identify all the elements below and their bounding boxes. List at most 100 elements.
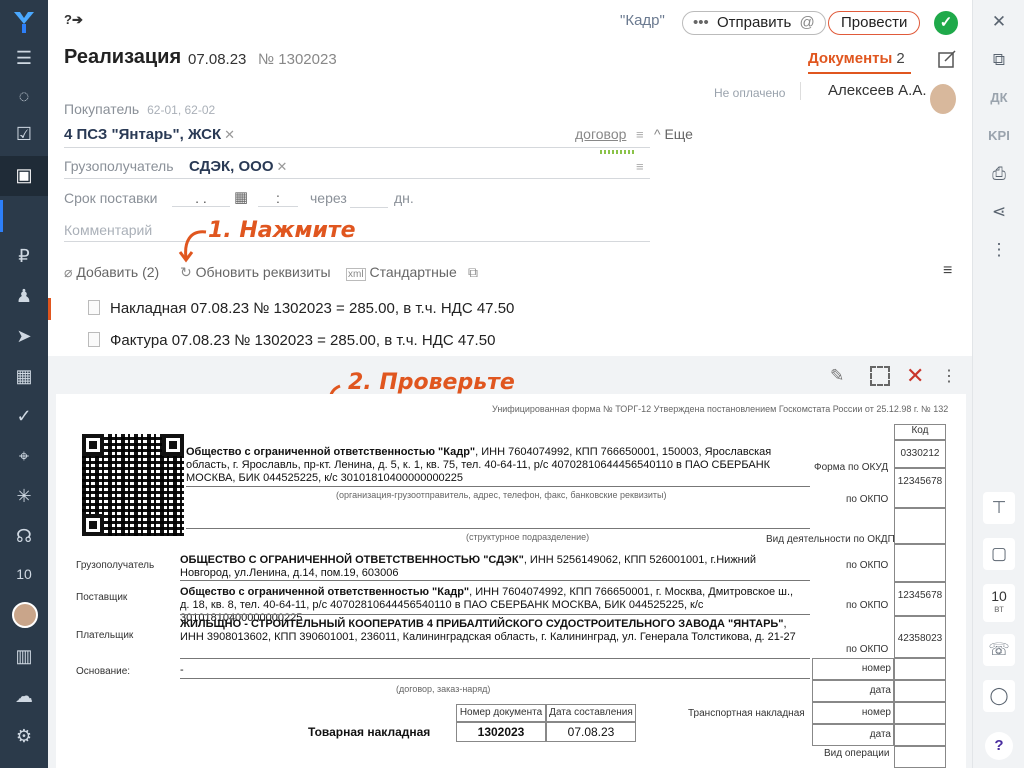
more-vertical-icon[interactable]: ⋮: [941, 366, 957, 386]
briefcase-icon[interactable]: ▣: [12, 163, 36, 187]
print-icon[interactable]: ⎙: [987, 162, 1011, 186]
support-icon[interactable]: ☊: [12, 524, 36, 548]
clear-icon[interactable]: ✕: [277, 159, 288, 174]
calendar-icon[interactable]: ▦: [234, 188, 248, 206]
doc-date[interactable]: 07.08.23: [188, 51, 246, 68]
spark-icon[interactable]: ✳: [12, 484, 36, 508]
calendar-day[interactable]: 10: [0, 566, 48, 582]
calendar-day: 10: [991, 588, 1007, 604]
sales-icon[interactable]: ₽: [12, 244, 36, 268]
standard-button[interactable]: xml Стандартные: [346, 264, 457, 281]
activity-label: Вид деятельности по ОКДП: [766, 534, 895, 545]
ok-icon[interactable]: ✓: [934, 11, 958, 35]
number-label: номер: [812, 658, 894, 680]
basis-underline: [180, 678, 810, 679]
tasks-icon[interactable]: ☑: [12, 122, 36, 146]
delivery-label: Срок поставки: [64, 190, 158, 206]
xml-doc-icon: [88, 300, 100, 315]
paperclip-icon: ⌀: [64, 264, 73, 280]
okpo-label: по ОКПО: [846, 560, 889, 571]
torg12-preview: Унифицированная форма № ТОРГ-12 Утвержде…: [56, 394, 966, 768]
buyer-underline: [64, 147, 650, 148]
help-button[interactable]: ?: [985, 732, 1013, 760]
consignee-field[interactable]: СДЭК, ООО ✕: [189, 158, 287, 175]
list-icon[interactable]: ≡: [636, 159, 644, 174]
buyer-field[interactable]: 4 ПСЗ "Янтарь", ЖСК ✕: [64, 126, 235, 143]
user-avatar[interactable]: [12, 602, 38, 628]
operation-label: Вид операции: [824, 748, 890, 759]
send-button[interactable]: ••• Отправить @: [682, 11, 826, 35]
comment-field[interactable]: Комментарий: [64, 222, 152, 238]
link-icon[interactable]: ⧉: [468, 264, 478, 281]
shortcut-icon[interactable]: ?➔: [64, 12, 83, 28]
date-label: дата: [812, 680, 894, 702]
delivery-time-input[interactable]: :: [258, 190, 298, 207]
number-label: номер: [812, 702, 894, 724]
okpo-label: по ОКПО: [846, 494, 889, 505]
list-icon[interactable]: ≡: [636, 127, 644, 142]
days-input[interactable]: [350, 207, 388, 208]
code-cell: [894, 724, 946, 746]
right-sidebar: ✕ ⧉ ДК KPI ⎙ ⋖ ⋮ ⊤ ▢ 10 вт ☏ ◯ ?: [972, 0, 1024, 768]
doc-number[interactable]: № 1302023: [258, 51, 337, 68]
more-dots-icon: •••: [693, 14, 709, 31]
code-cell: [894, 680, 946, 702]
code-cell: [894, 746, 946, 768]
send-icon[interactable]: ➤: [12, 324, 36, 348]
delete-icon[interactable]: ✕: [906, 363, 924, 389]
responsible-user[interactable]: Алексеев А.А.: [828, 82, 927, 99]
tab-documents[interactable]: Документы 2: [808, 50, 905, 67]
consignee-label: Грузополучатель: [76, 560, 155, 571]
phone-icon: ☏: [988, 640, 1010, 659]
update-details-button[interactable]: ↻ Обновить реквизиты: [180, 264, 331, 281]
doc-date-header: Дата составления: [546, 704, 636, 722]
page-title: Реализация: [64, 46, 182, 68]
copy-icon[interactable]: ⧉: [987, 48, 1011, 72]
payer-underline: [180, 658, 810, 659]
fullscreen-icon[interactable]: [870, 366, 890, 386]
pencil-icon[interactable]: ✎: [830, 366, 844, 386]
calc-icon[interactable]: ▦: [12, 364, 36, 388]
sender-details: Общество с ограниченной ответственностью…: [186, 446, 772, 484]
docs-check-icon[interactable]: ✓: [12, 404, 36, 428]
more-vertical-icon[interactable]: ⋮: [987, 238, 1011, 262]
supplier-label: Поставщик: [76, 592, 128, 603]
user-photo[interactable]: [928, 82, 958, 116]
comment-underline: [64, 241, 650, 242]
menu-icon[interactable]: ☰: [12, 46, 36, 70]
dk-button[interactable]: ДК: [973, 90, 1024, 105]
more-button[interactable]: ^ Еще: [654, 126, 693, 142]
org-name[interactable]: "Кадр": [620, 12, 665, 29]
chef-icon[interactable]: ☁: [12, 684, 36, 708]
contract-link[interactable]: договор: [575, 126, 626, 142]
close-icon[interactable]: ✕: [987, 10, 1011, 34]
post-button[interactable]: Провести: [828, 11, 921, 35]
contacts-icon[interactable]: ♟: [12, 284, 36, 308]
clear-icon[interactable]: ✕: [224, 127, 235, 142]
hamburger-icon[interactable]: ≡: [943, 262, 952, 280]
add-attachment-button[interactable]: ⌀ Добавить (2): [64, 264, 159, 281]
building-icon[interactable]: ▥: [12, 644, 36, 668]
hierarchy-icon: ⊤: [991, 498, 1007, 517]
code-cell: [894, 658, 946, 680]
map-icon[interactable]: ⌖: [12, 444, 36, 468]
tab-underline: [808, 72, 911, 74]
transport-label: Транспортная накладная: [688, 708, 805, 719]
chat-icon[interactable]: ◌: [12, 84, 36, 108]
delivery-date-input[interactable]: . .: [172, 190, 230, 207]
share-icon[interactable]: ⋖: [987, 200, 1011, 224]
app-logo-icon[interactable]: [10, 8, 38, 36]
calendar-weekday: вт: [994, 604, 1004, 615]
annotation-click: 1. Нажмите: [208, 218, 356, 243]
subdiv-underline: [186, 528, 810, 529]
kpi-button[interactable]: KPI: [973, 128, 1024, 143]
code-cell: [894, 508, 946, 544]
active-indicator: [0, 200, 3, 232]
settings-icon[interactable]: ⚙: [12, 724, 36, 748]
doc-row-facture[interactable]: Фактура 07.08.23 № 1302023 = 285.00, в т…: [88, 332, 495, 349]
edit-doc-icon[interactable]: [936, 48, 958, 70]
okpo-label: по ОКПО: [846, 644, 889, 655]
basis-value: -: [180, 664, 184, 676]
doc-row-invoice[interactable]: Накладная 07.08.23 № 1302023 = 285.00, в…: [88, 300, 514, 317]
xml-icon: xml: [346, 268, 366, 281]
